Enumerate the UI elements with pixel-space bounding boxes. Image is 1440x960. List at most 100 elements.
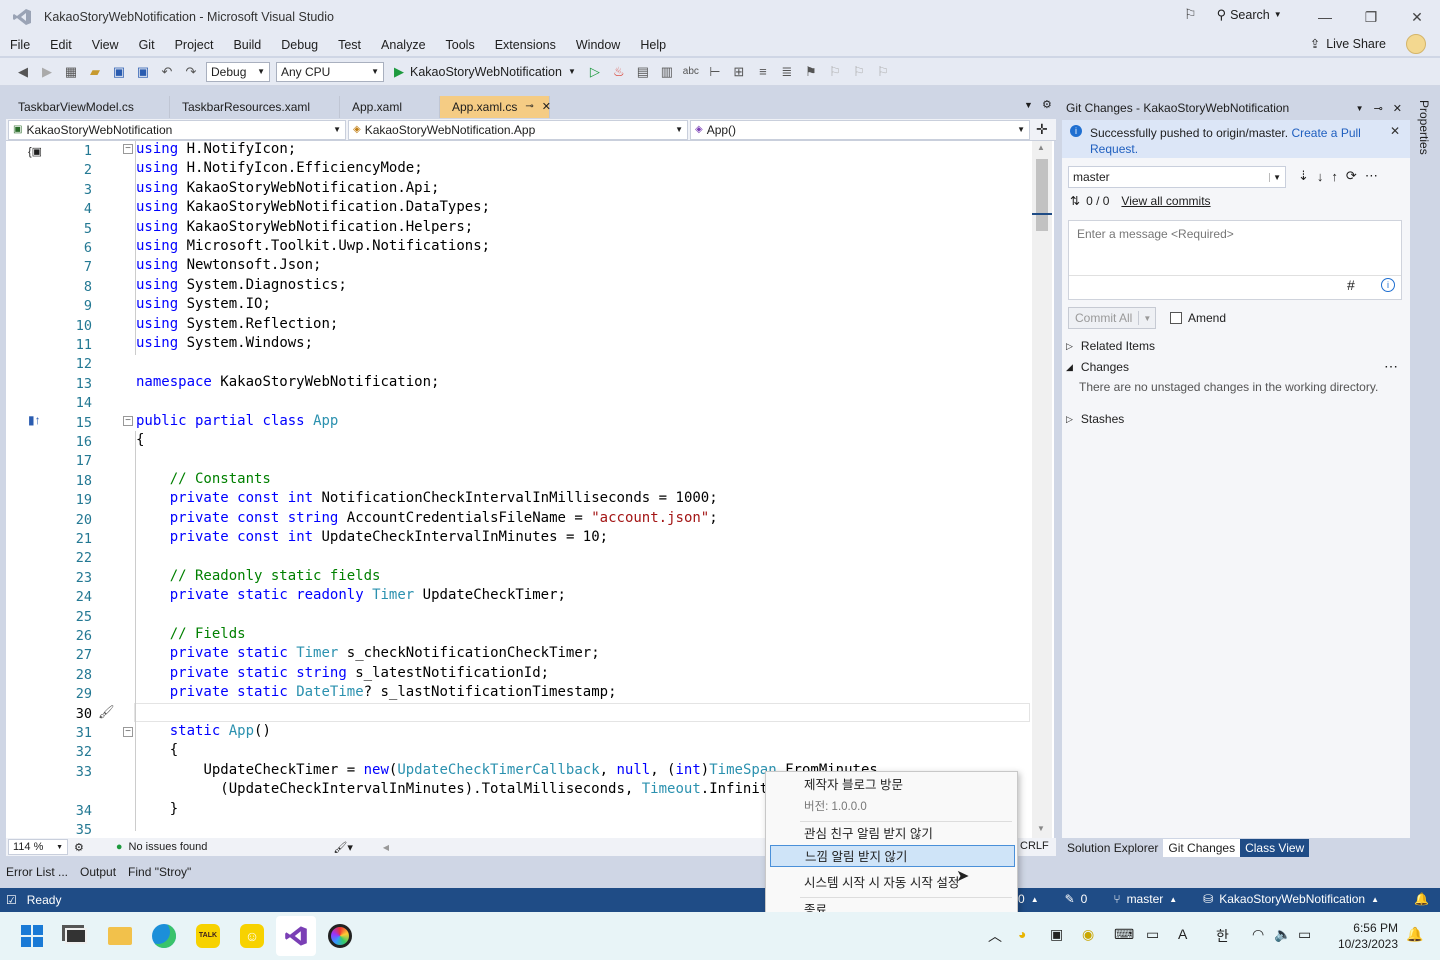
code-editor[interactable]: {▣ ▮↑ − − − 🖌 1 using H.NotifyIcon; 2 using…	[6, 141, 1054, 838]
menu-extensions[interactable]: Extensions	[485, 36, 566, 54]
search-button[interactable]: ⚲ Search ▼	[1211, 7, 1288, 23]
configuration-select[interactable]: Debug ▼	[206, 61, 270, 82]
line-ending[interactable]: CRLF	[1020, 840, 1049, 852]
amend-checkbox[interactable]	[1170, 312, 1182, 324]
tab-taskbarviewmodel[interactable]: TaskbarViewModel.cs	[6, 96, 170, 118]
menu-build[interactable]: Build	[223, 36, 271, 54]
bookmark-prev-icon[interactable]: ⚐	[824, 61, 846, 83]
menu-item-no-friend-alerts[interactable]: 관심 친구 알림 받지 않기	[770, 823, 1015, 845]
tab-git-changes[interactable]: Git Changes	[1163, 839, 1241, 857]
close-icon[interactable]: ✕	[542, 96, 551, 118]
zoom-select[interactable]: 114 % ▼	[8, 839, 68, 855]
menu-git[interactable]: Git	[129, 36, 165, 54]
indent-icon[interactable]: ≡	[752, 61, 774, 83]
scroll-thumb[interactable]	[1036, 159, 1048, 231]
new-project-icon[interactable]: ▦	[60, 61, 82, 83]
code-cleanup-icon[interactable]: 🖌▾	[333, 841, 353, 854]
copilot-icon[interactable]: ⚙	[74, 841, 84, 854]
menu-item-autostart[interactable]: 시스템 시작 시 자동 시작 설정	[770, 872, 1015, 894]
branch-name[interactable]: master	[1127, 892, 1164, 906]
scroll-up-icon[interactable]: ▲	[1037, 143, 1045, 152]
pull-icon[interactable]: ↓	[1317, 169, 1324, 184]
issues-status[interactable]: No issues found	[129, 841, 208, 853]
menu-view[interactable]: View	[82, 36, 129, 54]
open-folder-icon[interactable]: ▰	[84, 61, 106, 83]
undo-icon[interactable]: ↶	[156, 61, 178, 83]
kakaotalk-icon[interactable]: TALK	[188, 916, 228, 956]
info-icon[interactable]: i	[1381, 278, 1395, 292]
start-without-debugging-icon[interactable]: ▷	[584, 61, 606, 83]
forward-icon[interactable]: ▶	[36, 61, 58, 83]
solution-explorer-icon[interactable]: ▤	[632, 61, 654, 83]
tray-kakaostory-icon[interactable]: ◕	[1018, 926, 1026, 942]
tablet-icon[interactable]: ▭	[1146, 926, 1159, 943]
menu-debug[interactable]: Debug	[271, 36, 328, 54]
start-debugging-button[interactable]: ▶ KakaoStoryWebNotification ▼	[388, 64, 582, 80]
menu-file[interactable]: File	[0, 36, 40, 54]
file-explorer-icon[interactable]	[100, 916, 140, 956]
editor-vertical-scrollbar[interactable]: ▲ ▼	[1032, 141, 1052, 838]
tab-solution-explorer[interactable]: Solution Explorer	[1062, 839, 1163, 857]
battery-icon[interactable]: ▭	[1298, 926, 1311, 943]
close-button[interactable]: ✕	[1394, 0, 1440, 34]
pin-icon[interactable]: ⊸	[525, 96, 533, 118]
bookmark-clear-icon[interactable]: ⚐	[872, 61, 894, 83]
wifi-icon[interactable]: ◠	[1252, 926, 1264, 943]
tab-class-view[interactable]: Class View	[1240, 839, 1310, 857]
expand-icon[interactable]: ▷	[1066, 341, 1073, 352]
push-icon[interactable]: ↑	[1331, 169, 1338, 184]
pending-edits-count[interactable]: 0	[1081, 892, 1088, 906]
menu-item-visit-blog[interactable]: 제작자 블로그 방문	[770, 774, 1015, 796]
view-all-commits-link[interactable]: View all commits	[1121, 194, 1210, 208]
task-view-icon[interactable]	[56, 916, 96, 956]
more-options-icon[interactable]: ⋯	[1365, 168, 1378, 184]
minimize-button[interactable]: —	[1302, 0, 1348, 34]
visual-studio-taskbar-icon[interactable]	[276, 916, 316, 956]
split-window-icon[interactable]: ✛	[1036, 121, 1048, 138]
pin-icon[interactable]: ⊸	[1374, 102, 1383, 115]
color-app-icon[interactable]	[320, 916, 360, 956]
menu-item-no-emotion-alerts[interactable]: 느낌 알림 받지 않기	[770, 845, 1015, 867]
avatar[interactable]	[1406, 34, 1426, 54]
properties-side-tab[interactable]: Properties	[1410, 96, 1440, 856]
close-icon[interactable]: ✕	[1393, 102, 1402, 115]
related-items-header[interactable]: Related Items	[1081, 339, 1155, 353]
tab-taskbarresources[interactable]: TaskbarResources.xaml	[170, 96, 340, 118]
redo-icon[interactable]: ↷	[180, 61, 202, 83]
menu-project[interactable]: Project	[165, 36, 224, 54]
clock[interactable]: 6:56 PM 10/23/2023	[1330, 920, 1398, 952]
tab-app-xaml[interactable]: App.xaml	[340, 96, 440, 118]
repo-name[interactable]: KakaoStoryWebNotification	[1219, 892, 1365, 906]
settings-icon[interactable]: ⚙	[1042, 98, 1052, 111]
hash-icon[interactable]: #	[1347, 277, 1355, 293]
stashes-header[interactable]: Stashes	[1081, 412, 1124, 426]
sync-icon[interactable]: ⟳	[1346, 168, 1357, 184]
bookmark-next-icon[interactable]: ⚐	[848, 61, 870, 83]
kakao-app-icon[interactable]: ☺	[232, 916, 272, 956]
live-share-button[interactable]: ⇪ Live Share	[1310, 36, 1386, 52]
errors-count[interactable]: 0	[1018, 892, 1025, 906]
spell-check-icon[interactable]: abc	[680, 61, 702, 83]
menu-help[interactable]: Help	[630, 36, 676, 54]
chevron-down-icon[interactable]: ▼	[1356, 104, 1364, 113]
font-icon[interactable]: A	[1178, 926, 1187, 942]
menu-tools[interactable]: Tools	[436, 36, 485, 54]
edge-browser-icon[interactable]	[144, 916, 184, 956]
commit-all-button[interactable]: Commit All ▼	[1068, 307, 1156, 329]
pencil-icon[interactable]: ✎	[1065, 892, 1075, 906]
bookmark-icon[interactable]: ⚑	[800, 61, 822, 83]
layout-icon[interactable]: ▥	[656, 61, 678, 83]
tab-error-list[interactable]: Error List ...	[0, 865, 74, 879]
notification-center-icon[interactable]: 🔔	[1406, 926, 1423, 943]
step-icon[interactable]: ⊢	[704, 61, 726, 83]
tab-app-xaml-cs[interactable]: App.xaml.cs ⊸ ✕	[440, 96, 551, 118]
platform-select[interactable]: Any CPU ▼	[276, 61, 384, 82]
fetch-icon[interactable]: ⇣	[1298, 168, 1309, 184]
close-icon[interactable]: ✕	[1390, 124, 1400, 138]
hot-reload-icon[interactable]: ♨	[608, 61, 630, 83]
scroll-down-icon[interactable]: ▼	[1037, 824, 1045, 833]
save-all-icon[interactable]: ▣	[132, 61, 154, 83]
collapse-icon[interactable]: ◢	[1066, 362, 1073, 373]
back-icon[interactable]: ◀	[12, 61, 34, 83]
class-navigation-select[interactable]: ◈ KakaoStoryWebNotification.App ▼	[348, 119, 688, 140]
